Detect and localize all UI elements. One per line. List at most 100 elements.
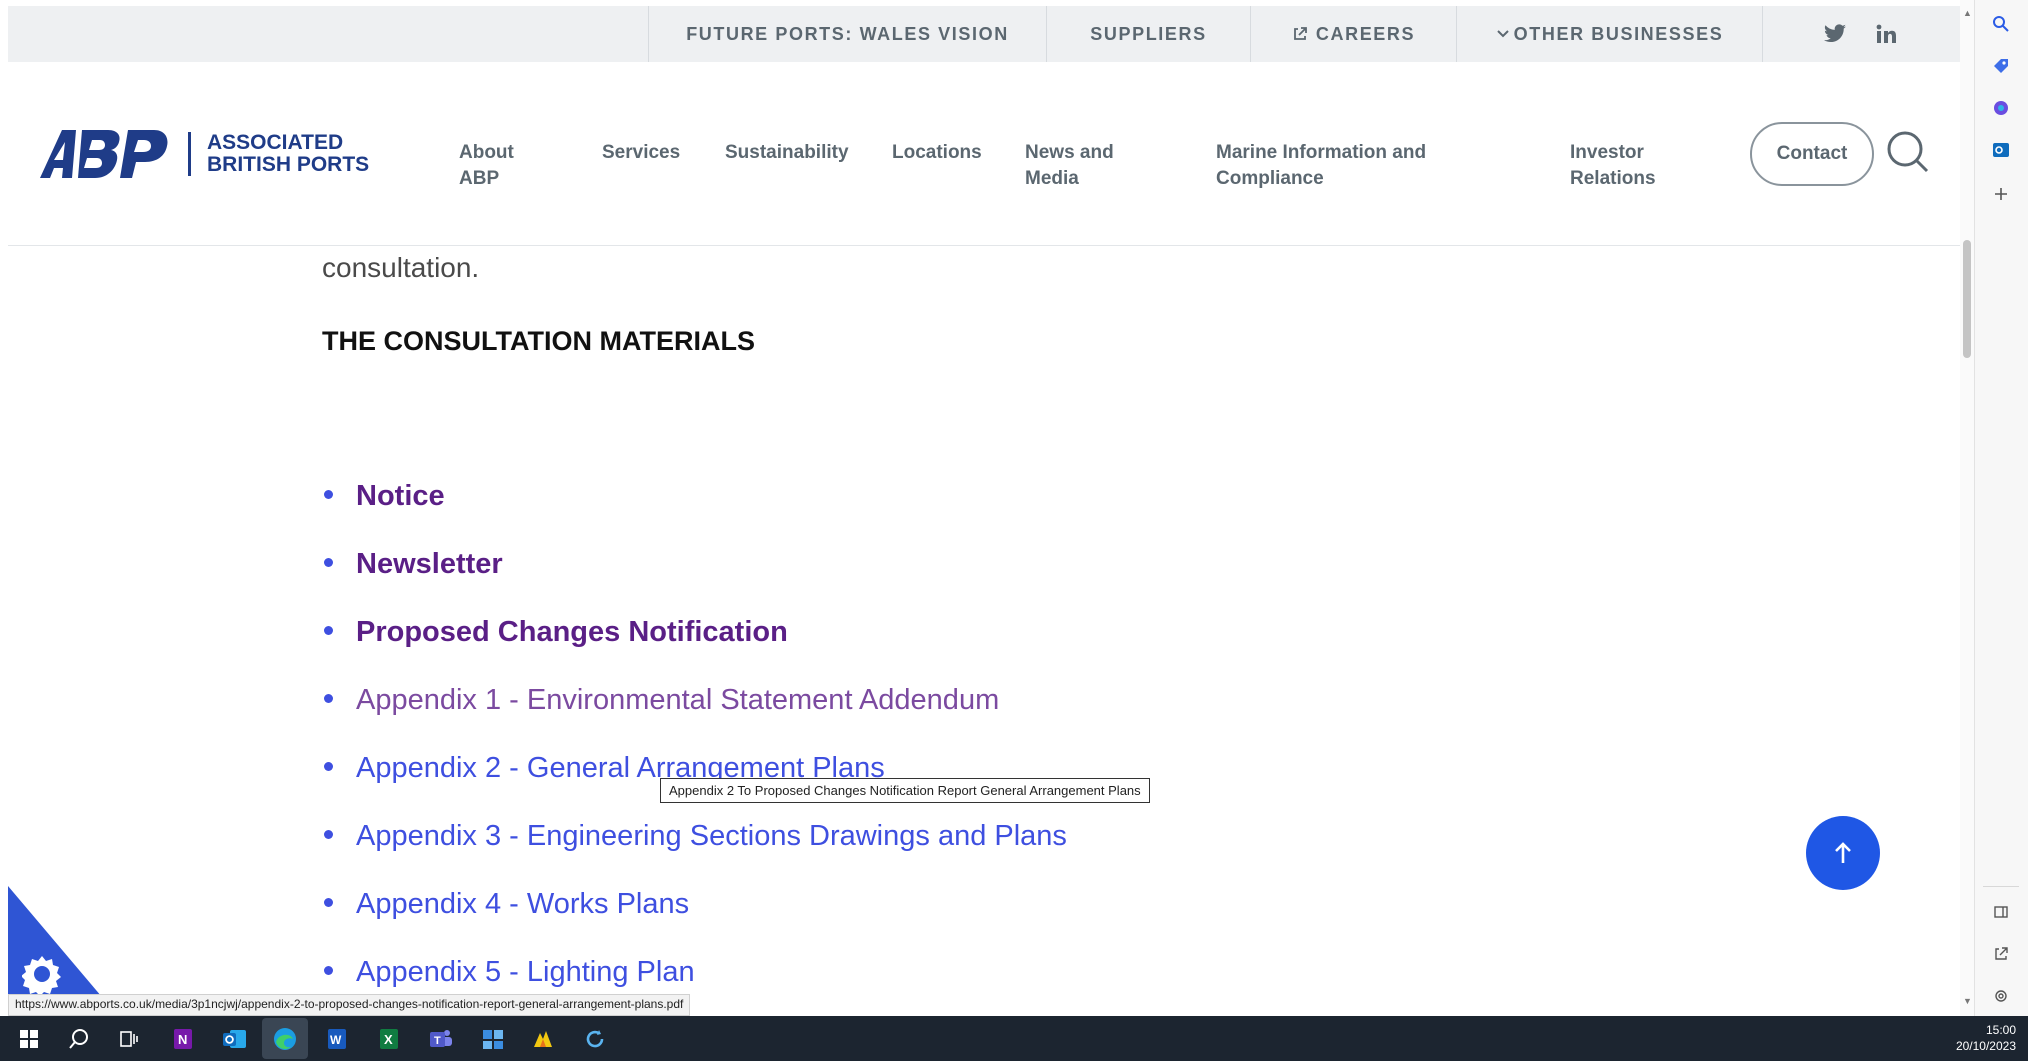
powerbi-icon[interactable] xyxy=(528,1024,558,1054)
nav-news-line-2: Media xyxy=(1025,168,1079,189)
appendix-5-link[interactable]: Appendix 5 - Lighting Plan xyxy=(356,956,695,989)
search-icon xyxy=(1887,131,1929,173)
list-item: Appendix 4 - Works Plans xyxy=(322,870,1067,938)
windows-taskbar: N W X T 15:00 20/10/2023 xyxy=(0,1016,2028,1061)
svg-text:N: N xyxy=(178,1032,187,1047)
site-search-button[interactable] xyxy=(1886,130,1930,179)
sidebar-tag-icon[interactable] xyxy=(1989,54,2013,78)
word-icon[interactable]: W xyxy=(322,1024,352,1054)
sidebar-settings-icon[interactable] xyxy=(1989,984,2013,1008)
nav-investor-line-1: Investor xyxy=(1570,142,1644,163)
nav-about[interactable]: About ABP xyxy=(459,140,514,192)
clock-date: 20/10/2023 xyxy=(1955,1039,2016,1053)
notice-link[interactable]: Notice xyxy=(356,480,445,513)
proposed-changes-link[interactable]: Proposed Changes Notification xyxy=(356,616,788,649)
sidebar-search-icon[interactable] xyxy=(1989,12,2013,36)
sidebar-split-icon[interactable] xyxy=(1989,900,2013,924)
appendix-4-link[interactable]: Appendix 4 - Works Plans xyxy=(356,888,689,921)
excel-icon[interactable]: X xyxy=(374,1024,404,1054)
refresh-app-icon[interactable] xyxy=(580,1024,610,1054)
edge-icon[interactable] xyxy=(270,1024,300,1054)
chevron-down-icon xyxy=(1496,30,1509,38)
nav-sustainability-label: Sustainability xyxy=(725,142,849,163)
page-content: consultation. THE CONSULTATION MATERIALS… xyxy=(8,246,1960,1016)
sidebar-add-icon[interactable] xyxy=(1989,182,2013,206)
list-item: Notice xyxy=(322,462,1067,530)
abp-logo-mark xyxy=(40,130,168,178)
nav-about-line-2: ABP xyxy=(459,168,500,189)
lead-text: consultation. xyxy=(322,252,480,283)
task-view-icon[interactable] xyxy=(114,1024,144,1054)
main-navigation: ASSOCIATED BRITISH PORTS About ABP Servi… xyxy=(8,62,1960,246)
scrollbar-thumb[interactable] xyxy=(1963,240,1971,358)
appendix-3-link[interactable]: Appendix 3 - Engineering Sections Drawin… xyxy=(356,820,1067,853)
twitter-icon[interactable] xyxy=(1823,24,1847,44)
browser-window: FUTURE PORTS: WALES VISION SUPPLIERS CAR… xyxy=(0,0,2028,1061)
other-businesses-dropdown[interactable]: OTHER BUSINESSES xyxy=(1456,6,1762,62)
outlook-icon[interactable] xyxy=(220,1024,250,1054)
sidebar-copilot-icon[interactable] xyxy=(1989,96,2013,120)
windows-start-icon[interactable] xyxy=(14,1024,44,1054)
careers-link[interactable]: CAREERS xyxy=(1250,6,1456,62)
utility-bar: FUTURE PORTS: WALES VISION SUPPLIERS CAR… xyxy=(8,6,1960,62)
other-businesses-label: OTHER BUSINESSES xyxy=(1513,23,1724,44)
nav-marine-line-2: Compliance xyxy=(1216,168,1324,189)
bullet xyxy=(324,762,333,771)
section-title: THE CONSULTATION MATERIALS xyxy=(322,326,755,356)
sidebar-outlook-icon[interactable] xyxy=(1989,138,2013,162)
back-to-top-button[interactable] xyxy=(1806,816,1880,890)
bullet xyxy=(324,490,333,499)
contact-button[interactable]: Contact xyxy=(1750,122,1874,186)
onenote-icon[interactable]: N xyxy=(168,1024,198,1054)
nav-locations[interactable]: Locations xyxy=(892,140,982,166)
linkedin-icon[interactable] xyxy=(1875,23,1897,45)
nav-news-line-1: News and xyxy=(1025,142,1114,163)
bullet xyxy=(324,830,333,839)
page-scrollbar[interactable]: ▲ ▼ xyxy=(1960,0,1974,1016)
nav-investor-relations[interactable]: Investor Relations xyxy=(1570,140,1656,192)
newsletter-link[interactable]: Newsletter xyxy=(356,548,503,581)
nav-locations-label: Locations xyxy=(892,142,982,163)
system-clock[interactable]: 15:00 20/10/2023 xyxy=(1956,1022,2016,1054)
nav-sustainability[interactable]: Sustainability xyxy=(725,140,849,166)
svg-text:T: T xyxy=(434,1035,441,1047)
suppliers-label: SUPPLIERS xyxy=(1090,23,1207,44)
svg-text:W: W xyxy=(330,1033,342,1047)
scroll-down-arrow-icon[interactable]: ▼ xyxy=(1963,996,1972,1006)
arrow-up-icon xyxy=(1835,842,1851,863)
careers-label: CAREERS xyxy=(1315,23,1416,44)
nav-marine-information[interactable]: Marine Information and Compliance xyxy=(1216,140,1426,192)
svg-text:X: X xyxy=(384,1032,393,1047)
bullet xyxy=(324,898,333,907)
bullet xyxy=(324,558,333,567)
logo-text: ASSOCIATED BRITISH PORTS xyxy=(188,132,369,176)
company-portal-icon[interactable] xyxy=(478,1024,508,1054)
future-ports-link[interactable]: FUTURE PORTS: WALES VISION xyxy=(648,6,1046,62)
list-item: Proposed Changes Notification xyxy=(322,598,1067,666)
logo-line-2: BRITISH PORTS xyxy=(207,153,370,176)
list-item: Newsletter xyxy=(322,530,1067,598)
appendix-1-link[interactable]: Appendix 1 - Environmental Statement Add… xyxy=(356,684,999,717)
social-links xyxy=(1762,6,1897,62)
suppliers-link[interactable]: SUPPLIERS xyxy=(1046,6,1250,62)
nav-news-media[interactable]: News and Media xyxy=(1025,140,1114,192)
list-item: Appendix 3 - Engineering Sections Drawin… xyxy=(322,802,1067,870)
status-bar-url: https://www.abports.co.uk/media/3p1ncjwj… xyxy=(8,994,691,1016)
clock-time: 15:00 xyxy=(1985,1023,2016,1037)
scroll-up-arrow-icon[interactable]: ▲ xyxy=(1963,8,1972,18)
teams-icon[interactable]: T xyxy=(426,1024,456,1054)
sidebar-divider xyxy=(1983,886,2019,887)
link-tooltip: Appendix 2 To Proposed Changes Notificat… xyxy=(660,778,1150,803)
sidebar-external-icon[interactable] xyxy=(1989,942,2013,966)
nav-services[interactable]: Services xyxy=(602,140,680,166)
abp-logo[interactable]: ASSOCIATED BRITISH PORTS xyxy=(40,130,369,178)
bullet xyxy=(324,966,333,975)
external-link-icon xyxy=(1293,27,1307,40)
logo-line-1: ASSOCIATED xyxy=(207,131,344,154)
cookie-settings-icon[interactable] xyxy=(22,954,62,994)
nav-marine-line-1: Marine Information and xyxy=(1216,142,1427,163)
browser-sidebar xyxy=(1974,0,2028,1016)
list-item: Appendix 1 - Environmental Statement Add… xyxy=(322,666,1067,734)
nav-services-label: Services xyxy=(602,142,681,163)
search-icon[interactable] xyxy=(64,1024,94,1054)
